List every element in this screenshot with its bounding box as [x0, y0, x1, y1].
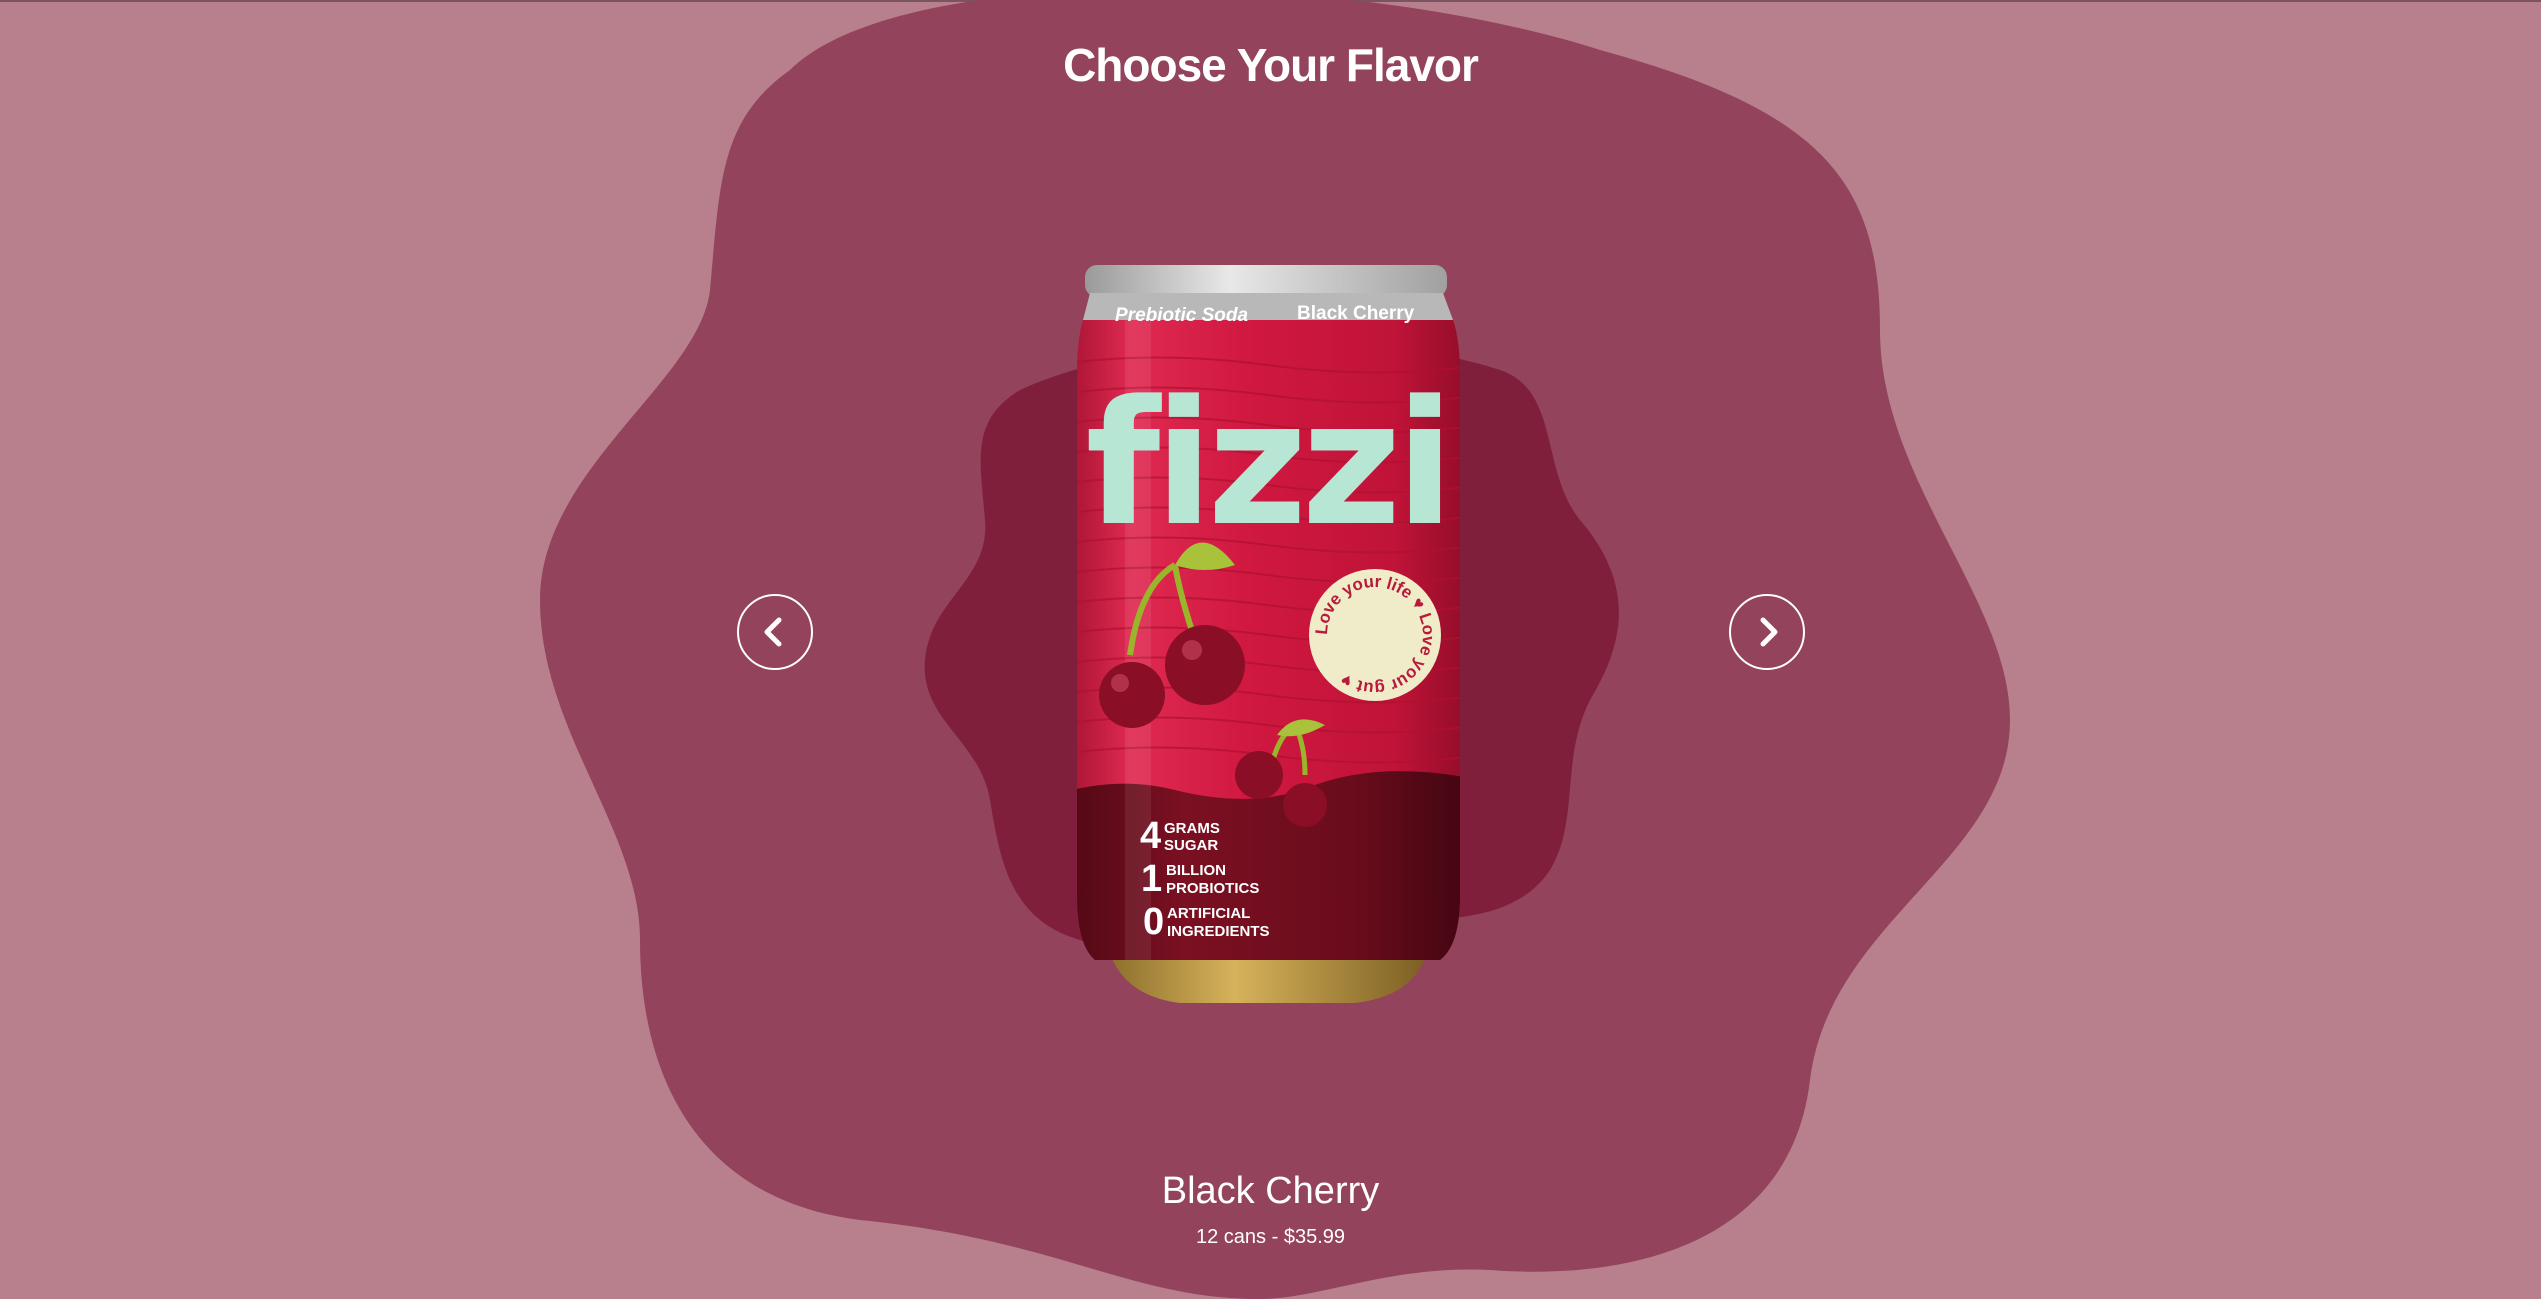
- stat-line: ARTIFICIAL: [1167, 905, 1250, 922]
- flavor-name: Black Cherry: [1161, 1170, 1380, 1212]
- previous-flavor-button[interactable]: [737, 594, 813, 670]
- can-logo: fizzi: [1086, 363, 1449, 564]
- love-your-life-badge: Love your life ♥ Love your gut ♥: [1309, 569, 1441, 701]
- stat-line: INGREDIENTS: [1167, 923, 1270, 940]
- can-prebiotic-text: Prebiotic Soda: [1115, 305, 1248, 326]
- can-lid: [1085, 265, 1447, 297]
- chevron-right-icon: [1760, 617, 1778, 647]
- stat-number: 4: [1140, 815, 1161, 857]
- page-title: Choose Your Flavor: [1063, 39, 1479, 91]
- stat-number: 0: [1143, 901, 1164, 943]
- can-flavor-text: Black Cherry: [1297, 303, 1415, 324]
- stat-line: SUGAR: [1164, 837, 1218, 854]
- flavor-price: 12 cans - $35.99: [1196, 1226, 1345, 1248]
- chevron-left-icon: [764, 617, 782, 647]
- stat-line: BILLION: [1166, 862, 1226, 879]
- soda-can: Prebiotic Soda Black Cherry fizzi Love y…: [1055, 255, 1480, 1015]
- next-flavor-button[interactable]: [1729, 594, 1805, 670]
- stat-number: 1: [1141, 858, 1162, 900]
- stat-line: PROBIOTICS: [1166, 880, 1259, 897]
- stat-line: GRAMS: [1164, 820, 1220, 837]
